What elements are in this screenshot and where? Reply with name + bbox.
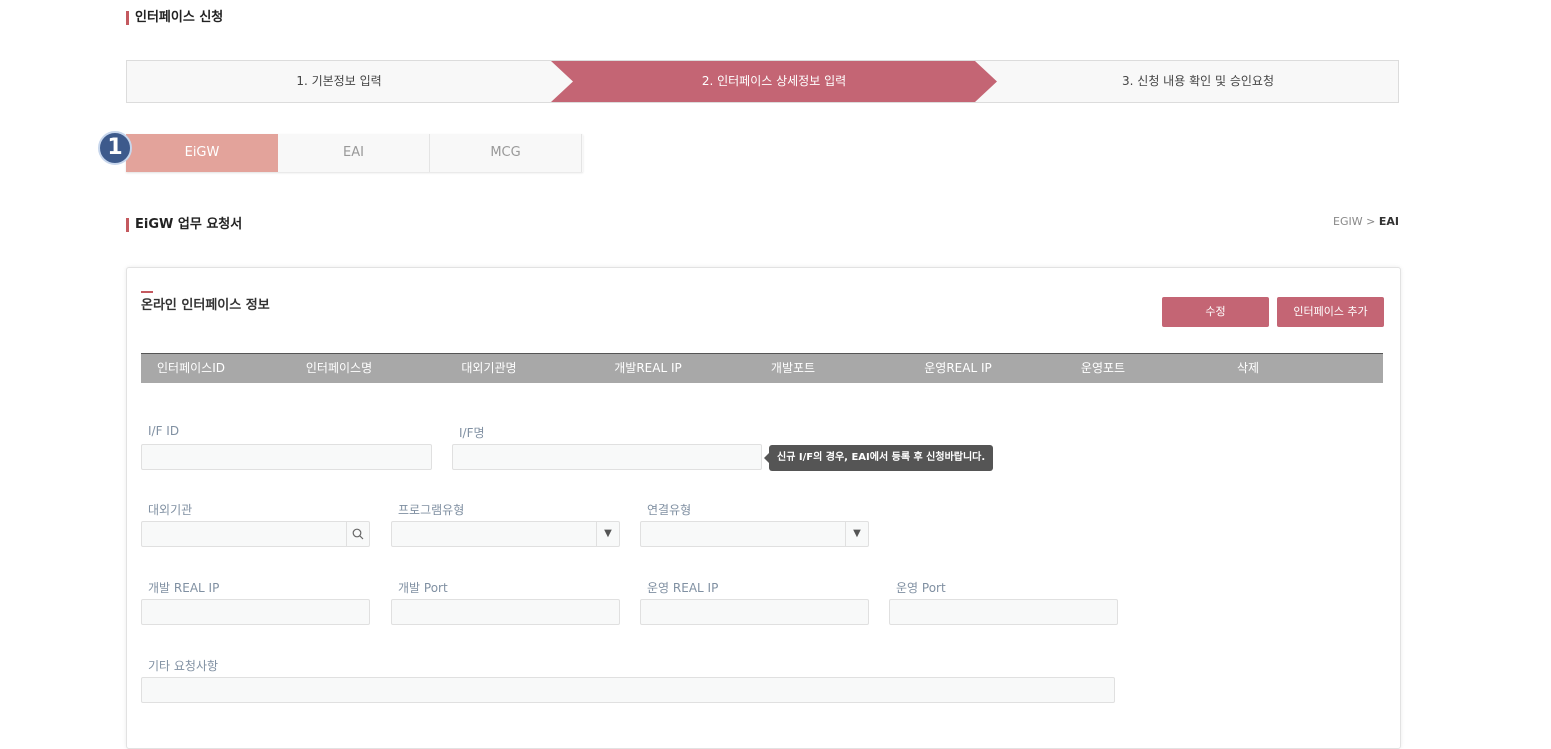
agency-search-input[interactable]: [141, 521, 370, 547]
column-dev-ip: 개발REAL IP: [614, 361, 682, 375]
dev-ip-label: 개발 REAL IP: [148, 581, 220, 595]
column-interface-id: 인터페이스ID: [157, 361, 225, 375]
step-confirm-approval: 3. 신청 내용 확인 및 승인요청: [1122, 74, 1274, 88]
prod-port-label: 운영 Port: [896, 581, 946, 595]
if-id-input[interactable]: [141, 444, 432, 470]
agency-label: 대외기관: [148, 503, 193, 517]
section-title: EiGW 업무 요청서: [126, 213, 242, 232]
add-interface-button[interactable]: 인터페이스 추가: [1277, 297, 1384, 327]
program-type-select[interactable]: ▼: [391, 521, 620, 547]
breadcrumb-first[interactable]: EGIW: [1333, 215, 1363, 228]
connection-type-select[interactable]: ▼: [640, 521, 869, 547]
prod-port-input[interactable]: [889, 599, 1118, 625]
dev-ip-input[interactable]: [141, 599, 370, 625]
dev-port-input[interactable]: [391, 599, 620, 625]
card-title: 온라인 인터페이스 정보: [141, 291, 270, 313]
column-delete: 삭제: [1236, 361, 1260, 375]
new-if-tooltip: 신규 I/F의 경우, EAI에서 등록 후 신청바랍니다.: [763, 445, 994, 471]
if-name-input[interactable]: [452, 444, 762, 470]
edit-button[interactable]: 수정: [1162, 297, 1269, 327]
tab-eigw[interactable]: EiGW: [126, 134, 278, 172]
etc-request-label: 기타 요청사항: [148, 659, 219, 673]
interface-type-tabs: EiGW EAI MCG: [126, 134, 583, 172]
step-number-badge: 1: [98, 131, 132, 165]
program-type-label: 프로그램유형: [398, 503, 465, 517]
dropdown-arrow-icon: ▼: [596, 522, 619, 546]
prod-ip-label: 운영 REAL IP: [647, 581, 719, 595]
etc-request-input[interactable]: [141, 677, 1115, 703]
column-agency-name: 대외기관명: [461, 361, 517, 375]
page-title: 인터페이스 신청: [126, 6, 223, 25]
column-prod-ip: 운영REAL IP: [924, 361, 992, 375]
breadcrumb-current: EAI: [1378, 215, 1399, 228]
step-basic-info: 1. 기본정보 입력: [296, 74, 382, 88]
interface-table-header: 인터페이스ID 인터페이스명 대외기관명 개발REAL IP 개발포트 운영RE…: [141, 353, 1383, 383]
tab-mcg[interactable]: MCG: [430, 134, 582, 172]
column-prod-port: 운영포트: [1080, 361, 1126, 375]
column-dev-port: 개발포트: [770, 361, 816, 375]
breadcrumb: EGIW > EAI: [1333, 215, 1399, 228]
if-name-label: I/F명: [459, 426, 485, 440]
if-id-label: I/F ID: [148, 424, 180, 438]
tab-eai[interactable]: EAI: [278, 134, 430, 172]
dropdown-arrow-icon: ▼: [845, 522, 868, 546]
connection-type-label: 연결유형: [647, 503, 692, 517]
dev-port-label: 개발 Port: [398, 581, 448, 595]
search-icon[interactable]: [346, 522, 369, 546]
step-interface-detail: 2. 인터페이스 상세정보 입력: [551, 61, 997, 102]
breadcrumb-separator: >: [1366, 215, 1376, 228]
step-progress: 1. 기본정보 입력 2. 인터페이스 상세정보 입력 3. 신청 내용 확인 …: [126, 60, 1399, 103]
column-interface-name: 인터페이스명: [305, 361, 373, 375]
prod-ip-input[interactable]: [640, 599, 869, 625]
